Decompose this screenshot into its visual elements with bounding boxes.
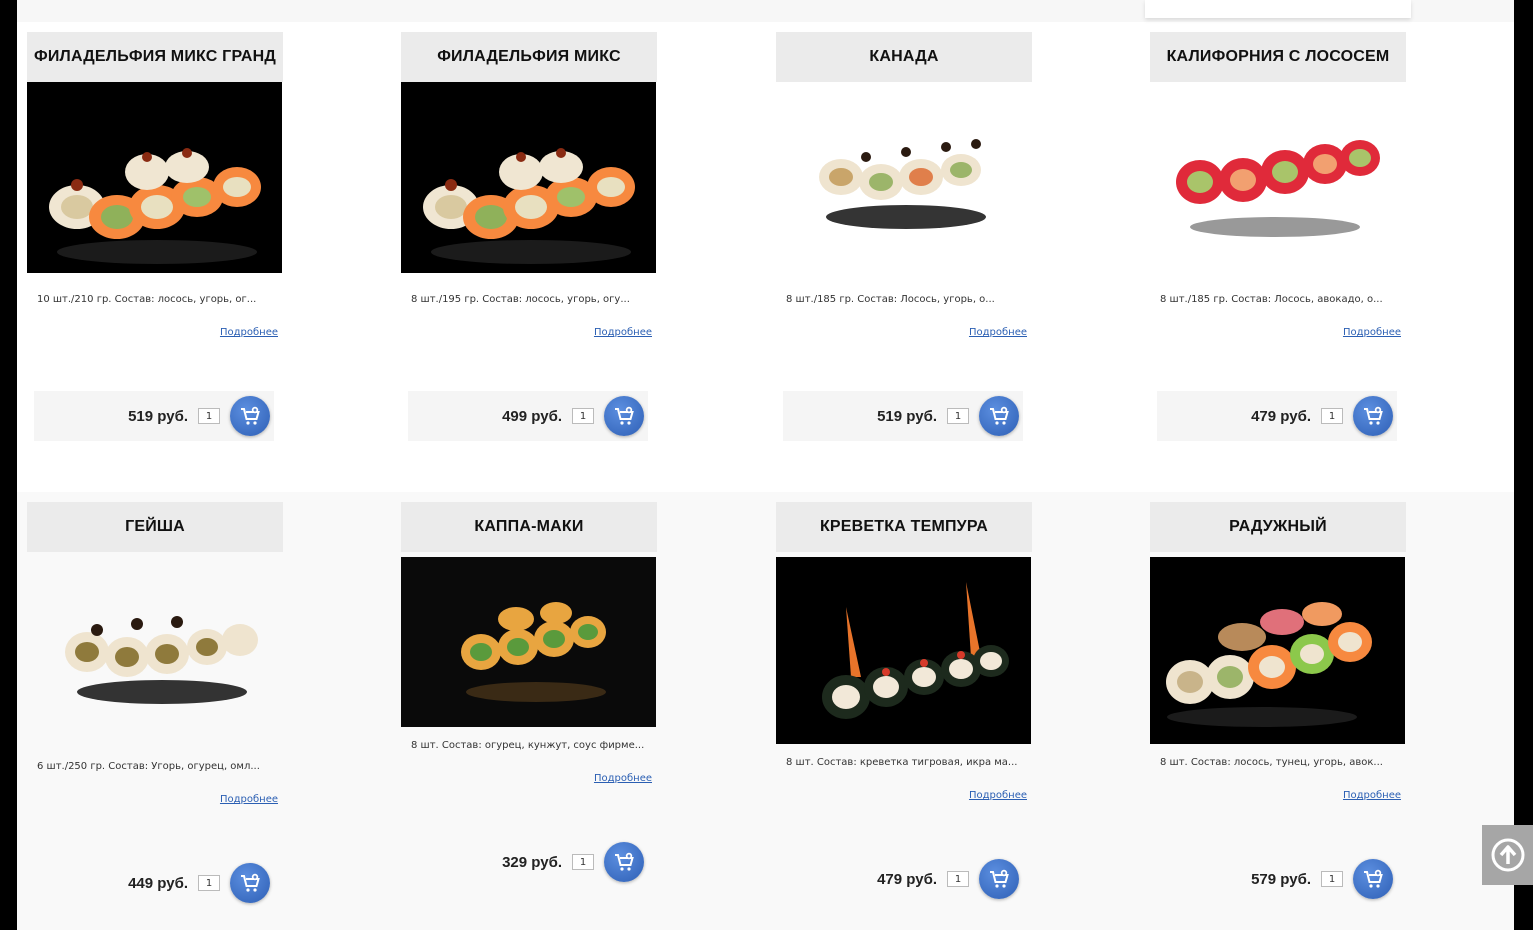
product-title: ФИЛАДЕЛЬФИЯ МИКС xyxy=(401,32,657,82)
add-to-cart-icon xyxy=(241,873,260,892)
product-title: КАНАДА xyxy=(776,32,1032,82)
product-card: ФИЛАДЕЛЬФИЯ МИКС 8 шт./195 гр. Состав: л… xyxy=(401,32,657,441)
price-box: 519 руб. xyxy=(783,391,1023,441)
product-image[interactable] xyxy=(401,82,656,273)
price-box: 579 руб. xyxy=(1157,854,1397,904)
price-box: 449 руб. xyxy=(34,858,274,908)
price-box: 499 руб. xyxy=(408,391,648,441)
quantity-input[interactable] xyxy=(1321,871,1343,887)
add-to-cart-button[interactable] xyxy=(979,396,1019,436)
product-price: 479 руб. xyxy=(877,870,937,888)
product-card: КАППА-МАКИ 8 шт. Состав: огурец, кунжут,… xyxy=(401,502,657,882)
more-link[interactable]: Подробнее xyxy=(220,327,278,338)
add-to-cart-icon xyxy=(1364,869,1383,888)
product-title: ФИЛАДЕЛЬФИЯ МИКС ГРАНД xyxy=(27,32,283,82)
more-link[interactable]: Подробнее xyxy=(969,327,1027,338)
product-description: 8 шт. Состав: лосось, тунец, угорь, авок… xyxy=(1160,757,1383,768)
product-price: 519 руб. xyxy=(128,407,188,425)
product-image[interactable] xyxy=(401,557,656,727)
product-description: 6 шт./250 гр. Состав: Угорь, огурец, омл… xyxy=(37,761,260,772)
product-card: КРЕВЕТКА ТЕМПУРА 8 шт. Состав: креветка … xyxy=(776,502,1032,899)
add-to-cart-button[interactable] xyxy=(230,863,270,903)
product-title: ГЕЙША xyxy=(27,502,283,552)
add-to-cart-button[interactable] xyxy=(979,859,1019,899)
product-price: 449 руб. xyxy=(128,874,188,892)
product-card: ФИЛАДЕЛЬФИЯ МИКС ГРАНД 10 шт./210 гр. Со… xyxy=(27,32,283,441)
more-link[interactable]: Подробнее xyxy=(969,790,1027,801)
product-card: РАДУЖНЫЙ 8 шт. Состав: лосось, тунец, уг… xyxy=(1150,502,1406,899)
product-description: 8 шт./185 гр. Состав: Лосось, угорь, о..… xyxy=(786,294,995,305)
price-box: 519 руб. xyxy=(34,391,274,441)
add-to-cart-button[interactable] xyxy=(604,396,644,436)
add-to-cart-button[interactable] xyxy=(1353,859,1393,899)
add-to-cart-button[interactable] xyxy=(1353,396,1393,436)
product-description: 8 шт. Состав: креветка тигровая, икра ма… xyxy=(786,757,1018,768)
add-to-cart-icon xyxy=(241,406,260,425)
product-description: 8 шт./195 гр. Состав: лосось, угорь, огу… xyxy=(411,294,630,305)
add-to-cart-icon xyxy=(1364,406,1383,425)
product-price: 329 руб. xyxy=(502,853,562,871)
product-card: КАНАДА 8 шт./185 гр. Состав: Лосось, уго… xyxy=(776,32,1032,441)
add-to-cart-button[interactable] xyxy=(230,396,270,436)
product-price: 479 руб. xyxy=(1251,407,1311,425)
arrow-up-circle-icon xyxy=(1491,838,1524,872)
product-card: ГЕЙША 6 шт./250 гр. Состав: Угорь, огуре… xyxy=(27,502,283,903)
more-link[interactable]: Подробнее xyxy=(594,327,652,338)
product-image[interactable] xyxy=(776,82,1031,273)
quantity-input[interactable] xyxy=(572,854,594,870)
quantity-input[interactable] xyxy=(572,408,594,424)
product-description: 8 шт./185 гр. Состав: Лосось, авокадо, о… xyxy=(1160,294,1383,305)
add-to-cart-icon xyxy=(615,852,634,871)
quantity-input[interactable] xyxy=(1321,408,1343,424)
product-image[interactable] xyxy=(27,82,282,273)
quantity-input[interactable] xyxy=(947,871,969,887)
catalog-page: ФИЛАДЕЛЬФИЯ МИКС ГРАНД 10 шт./210 гр. Со… xyxy=(17,0,1514,930)
quantity-input[interactable] xyxy=(198,875,220,891)
add-to-cart-icon xyxy=(990,869,1009,888)
product-price: 519 руб. xyxy=(877,407,937,425)
price-box: 479 руб. xyxy=(783,854,1023,904)
scroll-to-top-button[interactable] xyxy=(1482,825,1533,885)
product-description: 8 шт. Состав: огурец, кунжут, соус фирме… xyxy=(411,740,645,751)
top-card xyxy=(1145,0,1411,18)
product-title: РАДУЖНЫЙ xyxy=(1150,502,1406,552)
product-price: 499 руб. xyxy=(502,407,562,425)
product-card: КАЛИФОРНИЯ С ЛОСОСЕМ 8 шт./185 гр. Соста… xyxy=(1150,32,1406,441)
add-to-cart-icon xyxy=(990,406,1009,425)
product-title: КАППА-МАКИ xyxy=(401,502,657,552)
product-title: КРЕВЕТКА ТЕМПУРА xyxy=(776,502,1032,552)
product-title: КАЛИФОРНИЯ С ЛОСОСЕМ xyxy=(1150,32,1406,82)
add-to-cart-button[interactable] xyxy=(604,842,644,882)
product-image[interactable] xyxy=(27,557,282,727)
more-link[interactable]: Подробнее xyxy=(1343,327,1401,338)
quantity-input[interactable] xyxy=(947,408,969,424)
product-image[interactable] xyxy=(1150,557,1405,744)
product-price: 579 руб. xyxy=(1251,870,1311,888)
quantity-input[interactable] xyxy=(198,408,220,424)
product-description: 10 шт./210 гр. Состав: лосось, угорь, ог… xyxy=(37,294,257,305)
more-link[interactable]: Подробнее xyxy=(1343,790,1401,801)
product-image[interactable] xyxy=(1150,82,1405,273)
price-box: 479 руб. xyxy=(1157,391,1397,441)
more-link[interactable]: Подробнее xyxy=(220,794,278,805)
more-link[interactable]: Подробнее xyxy=(594,773,652,784)
add-to-cart-icon xyxy=(615,406,634,425)
product-image[interactable] xyxy=(776,557,1031,744)
price-box: 329 руб. xyxy=(408,837,648,887)
